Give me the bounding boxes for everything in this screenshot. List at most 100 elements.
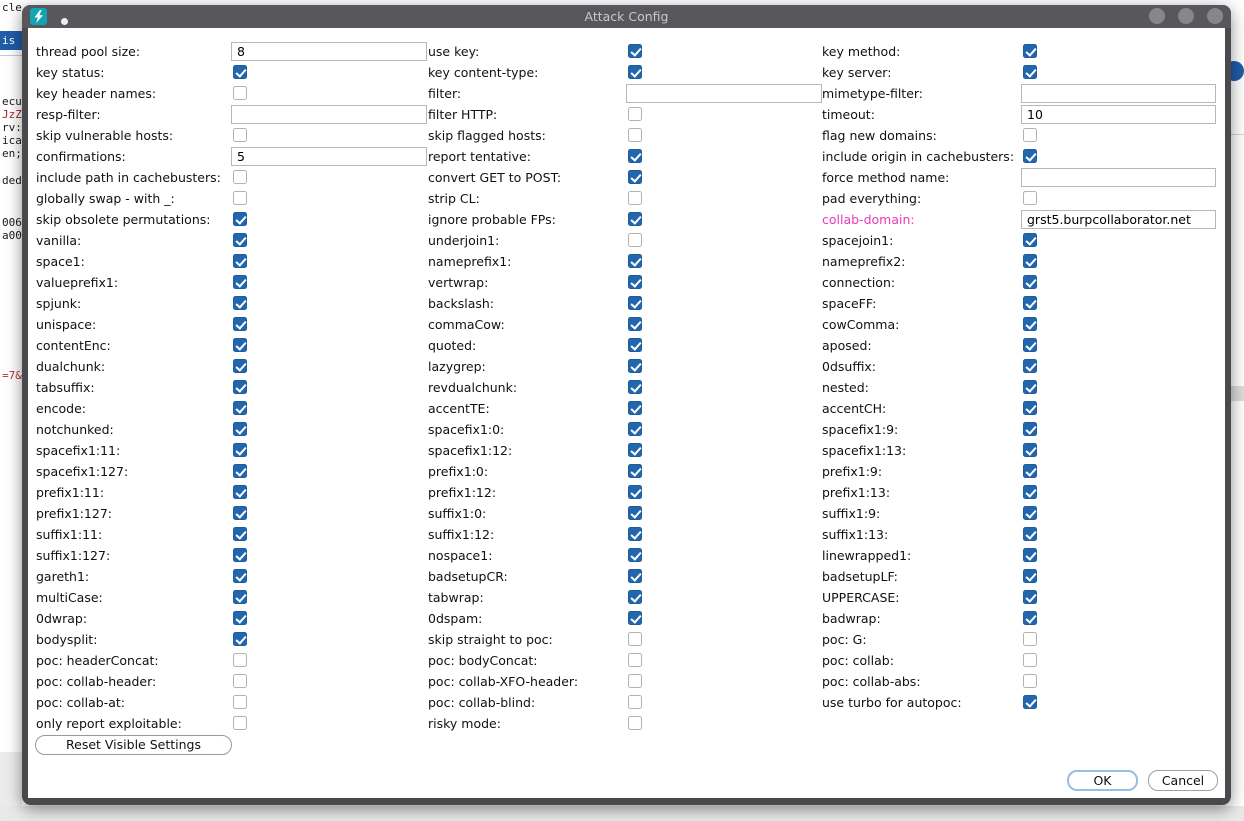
setting-checkbox[interactable] [233, 338, 247, 352]
setting-checkbox[interactable] [233, 317, 247, 331]
setting-checkbox[interactable] [1023, 611, 1037, 625]
setting-checkbox[interactable] [1023, 527, 1037, 541]
setting-checkbox[interactable] [233, 674, 247, 688]
setting-checkbox[interactable] [1023, 275, 1037, 289]
setting-checkbox[interactable] [1023, 422, 1037, 436]
setting-checkbox[interactable] [233, 506, 247, 520]
setting-checkbox[interactable] [233, 65, 247, 79]
setting-checkbox[interactable] [1023, 338, 1037, 352]
setting-checkbox[interactable] [1023, 359, 1037, 373]
setting-checkbox[interactable] [233, 380, 247, 394]
setting-checkbox[interactable] [1023, 443, 1037, 457]
setting-checkbox[interactable] [1023, 254, 1037, 268]
setting-checkbox[interactable] [628, 44, 642, 58]
setting-checkbox[interactable] [233, 569, 247, 583]
setting-checkbox[interactable] [628, 233, 642, 247]
window-control-button[interactable] [1207, 8, 1223, 24]
setting-checkbox[interactable] [233, 233, 247, 247]
setting-checkbox[interactable] [1023, 401, 1037, 415]
setting-checkbox[interactable] [628, 506, 642, 520]
setting-input[interactable] [231, 147, 427, 166]
setting-input[interactable] [1021, 105, 1216, 124]
setting-checkbox[interactable] [1023, 128, 1037, 142]
setting-input[interactable] [626, 84, 822, 103]
setting-checkbox[interactable] [1023, 485, 1037, 499]
setting-checkbox[interactable] [233, 212, 247, 226]
setting-checkbox[interactable] [1023, 674, 1037, 688]
setting-checkbox[interactable] [1023, 464, 1037, 478]
setting-checkbox[interactable] [233, 401, 247, 415]
setting-checkbox[interactable] [1023, 65, 1037, 79]
setting-checkbox[interactable] [233, 548, 247, 562]
setting-checkbox[interactable] [628, 548, 642, 562]
setting-checkbox[interactable] [233, 695, 247, 709]
setting-checkbox[interactable] [1023, 653, 1037, 667]
setting-checkbox[interactable] [1023, 506, 1037, 520]
ok-button[interactable]: OK [1067, 770, 1138, 791]
setting-checkbox[interactable] [1023, 695, 1037, 709]
setting-input[interactable] [1021, 210, 1216, 229]
setting-checkbox[interactable] [233, 422, 247, 436]
setting-checkbox[interactable] [628, 569, 642, 583]
setting-checkbox[interactable] [628, 674, 642, 688]
setting-checkbox[interactable] [233, 590, 247, 604]
setting-checkbox[interactable] [628, 632, 642, 646]
setting-checkbox[interactable] [628, 107, 642, 121]
setting-checkbox[interactable] [1023, 380, 1037, 394]
setting-checkbox[interactable] [1023, 296, 1037, 310]
setting-checkbox[interactable] [1023, 590, 1037, 604]
setting-input[interactable] [231, 42, 427, 61]
setting-input[interactable] [231, 105, 427, 124]
setting-checkbox[interactable] [1023, 44, 1037, 58]
setting-checkbox[interactable] [1023, 149, 1037, 163]
setting-checkbox[interactable] [628, 527, 642, 541]
setting-checkbox[interactable] [628, 359, 642, 373]
setting-checkbox[interactable] [233, 359, 247, 373]
window-control-button[interactable] [1149, 8, 1165, 24]
setting-input[interactable] [1021, 168, 1216, 187]
setting-checkbox[interactable] [628, 170, 642, 184]
setting-checkbox[interactable] [628, 317, 642, 331]
setting-checkbox[interactable] [628, 653, 642, 667]
setting-checkbox[interactable] [628, 401, 642, 415]
setting-checkbox[interactable] [628, 443, 642, 457]
setting-checkbox[interactable] [1023, 632, 1037, 646]
setting-checkbox[interactable] [233, 128, 247, 142]
setting-checkbox[interactable] [628, 611, 642, 625]
setting-checkbox[interactable] [628, 338, 642, 352]
setting-checkbox[interactable] [628, 191, 642, 205]
setting-checkbox[interactable] [628, 65, 642, 79]
setting-input[interactable] [1021, 84, 1216, 103]
setting-checkbox[interactable] [233, 485, 247, 499]
window-control-button[interactable] [1178, 8, 1194, 24]
setting-checkbox[interactable] [628, 380, 642, 394]
setting-checkbox[interactable] [1023, 233, 1037, 247]
setting-checkbox[interactable] [1023, 569, 1037, 583]
setting-checkbox[interactable] [233, 191, 247, 205]
setting-checkbox[interactable] [628, 254, 642, 268]
setting-checkbox[interactable] [628, 128, 642, 142]
setting-checkbox[interactable] [233, 254, 247, 268]
setting-checkbox[interactable] [233, 527, 247, 541]
cancel-button[interactable]: Cancel [1148, 770, 1218, 791]
setting-checkbox[interactable] [233, 653, 247, 667]
setting-checkbox[interactable] [628, 716, 642, 730]
setting-checkbox[interactable] [628, 212, 642, 226]
setting-checkbox[interactable] [1023, 548, 1037, 562]
setting-checkbox[interactable] [1023, 317, 1037, 331]
setting-checkbox[interactable] [628, 422, 642, 436]
setting-checkbox[interactable] [628, 695, 642, 709]
titlebar[interactable]: Attack Config [22, 5, 1231, 28]
setting-checkbox[interactable] [628, 485, 642, 499]
setting-checkbox[interactable] [628, 590, 642, 604]
setting-checkbox[interactable] [628, 464, 642, 478]
setting-checkbox[interactable] [233, 443, 247, 457]
setting-checkbox[interactable] [233, 275, 247, 289]
setting-checkbox[interactable] [233, 170, 247, 184]
setting-checkbox[interactable] [233, 464, 247, 478]
setting-checkbox[interactable] [233, 611, 247, 625]
setting-checkbox[interactable] [233, 86, 247, 100]
reset-visible-settings-button[interactable]: Reset Visible Settings [35, 735, 232, 755]
setting-checkbox[interactable] [628, 296, 642, 310]
setting-checkbox[interactable] [233, 716, 247, 730]
